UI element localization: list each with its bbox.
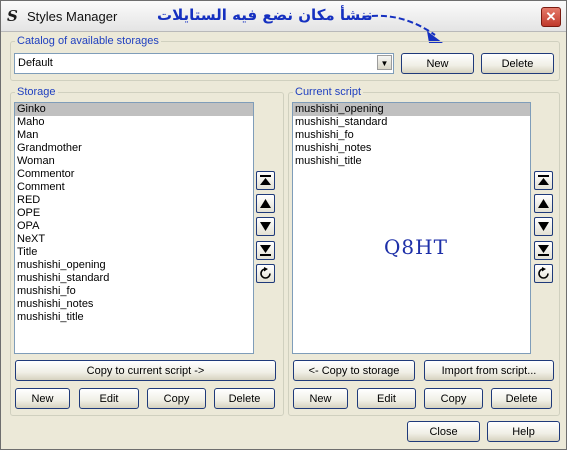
storage-move-down-button[interactable] [256, 217, 275, 236]
storage-move-bottom-button[interactable] [256, 241, 275, 260]
current-move-top-button[interactable] [534, 171, 553, 190]
storage-list[interactable]: Ginko Maho Man Grandmother Woman Commentor Com… [14, 102, 254, 354]
storage-catalog-select[interactable]: Default ▼ [14, 53, 394, 74]
current-move-bottom-button[interactable] [534, 241, 553, 260]
list-item[interactable]: mushishi_standard [293, 116, 530, 129]
list-item[interactable]: Grandmother [15, 142, 253, 155]
window-title: Styles Manager [27, 9, 118, 24]
close-window-button[interactable]: ✕ [541, 7, 561, 27]
list-item[interactable]: Comment [15, 181, 253, 194]
current-delete-button[interactable]: Delete [491, 388, 552, 409]
current-move-up-button[interactable] [534, 194, 553, 213]
copy-to-storage-button[interactable]: <- Copy to storage [293, 360, 415, 381]
storage-edit-button[interactable]: Edit [79, 388, 139, 409]
list-item[interactable]: OPE [15, 207, 253, 220]
storage-copy-button[interactable]: Copy [147, 388, 206, 409]
current-edit-button[interactable]: Edit [357, 388, 416, 409]
catalog-selected-value: Default [18, 57, 53, 69]
list-item[interactable]: mushishi_fo [293, 129, 530, 142]
move-top-icon [538, 175, 549, 185]
storage-new-button[interactable]: New [15, 388, 70, 409]
list-item[interactable]: Woman [15, 155, 253, 168]
storage-delete-button[interactable]: Delete [214, 388, 275, 409]
move-down-icon [538, 222, 549, 231]
storage-move-top-button[interactable] [256, 171, 275, 190]
list-item[interactable]: Ginko [15, 103, 253, 116]
list-item[interactable]: mushishi_fo [15, 285, 253, 298]
current-move-down-button[interactable] [534, 217, 553, 236]
help-button[interactable]: Help [487, 421, 560, 442]
list-item[interactable]: OPA [15, 220, 253, 233]
move-down-icon [260, 222, 271, 231]
current-copy-button[interactable]: Copy [424, 388, 483, 409]
list-item[interactable]: Title [15, 246, 253, 259]
storage-move-up-button[interactable] [256, 194, 275, 213]
current-script-list[interactable]: mushishi_opening mushishi_standard mushish… [292, 102, 531, 354]
current-script-legend: Current script [293, 86, 364, 98]
current-new-button[interactable]: New [293, 388, 348, 409]
list-item[interactable]: NeXT [15, 233, 253, 246]
move-top-icon [260, 175, 271, 185]
chevron-down-icon[interactable]: ▼ [377, 55, 392, 70]
storage-sort-button[interactable] [256, 264, 275, 283]
list-item[interactable]: RED [15, 194, 253, 207]
list-item[interactable]: mushishi_notes [15, 298, 253, 311]
list-item[interactable]: mushishi_notes [293, 142, 530, 155]
catalog-new-button[interactable]: New [401, 53, 474, 74]
copy-to-current-script-button[interactable]: Copy to current script -> [15, 360, 276, 381]
storage-legend: Storage [15, 86, 58, 98]
list-item[interactable]: mushishi_opening [15, 259, 253, 272]
close-button[interactable]: Close [407, 421, 480, 442]
styles-s-icon: S [7, 7, 18, 25]
styles-manager-window: S Styles Manager ✕ ننشأ مكان نضع فيه الس… [0, 0, 567, 450]
import-from-script-button[interactable]: Import from script... [424, 360, 554, 381]
list-item[interactable]: Man [15, 129, 253, 142]
catalog-legend: Catalog of available storages [15, 35, 161, 47]
sort-icon [260, 267, 271, 279]
list-item[interactable]: mushishi_title [15, 311, 253, 324]
list-item[interactable]: Maho [15, 116, 253, 129]
list-item[interactable]: mushishi_standard [15, 272, 253, 285]
move-bottom-icon [260, 245, 271, 256]
move-bottom-icon [538, 245, 549, 256]
list-item[interactable]: Commentor [15, 168, 253, 181]
q8ht-watermark: Q8HT [384, 235, 448, 259]
catalog-delete-button[interactable]: Delete [481, 53, 554, 74]
list-item[interactable]: mushishi_opening [293, 103, 530, 116]
help-button-label: Help [512, 425, 535, 438]
move-up-icon [260, 199, 271, 208]
sort-icon [538, 267, 549, 279]
arabic-annotation: ننشأ مكان نضع فيه الستايلات [157, 6, 373, 24]
move-up-icon [538, 199, 549, 208]
current-sort-button[interactable] [534, 264, 553, 283]
list-item[interactable]: mushishi_title [293, 155, 530, 168]
